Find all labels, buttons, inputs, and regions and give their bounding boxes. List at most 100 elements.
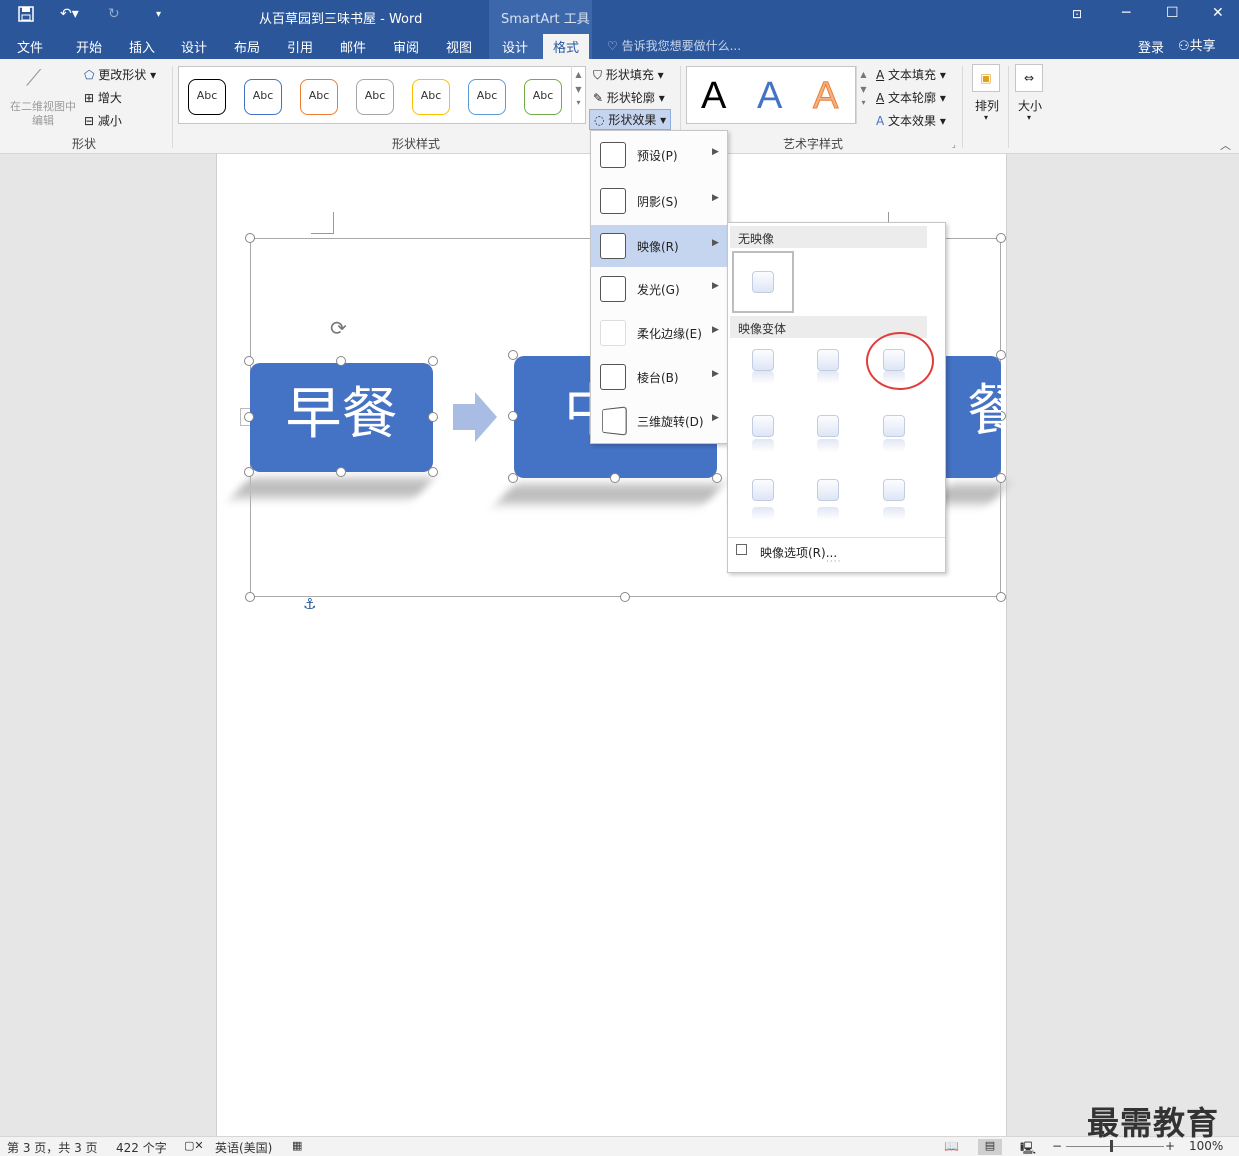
zoom-out-icon[interactable]: − xyxy=(1052,1139,1062,1153)
print-layout-icon[interactable]: ▤ xyxy=(978,1139,1002,1155)
resize-handle[interactable] xyxy=(245,233,255,243)
resize-handle[interactable] xyxy=(244,467,254,477)
rotate-icon[interactable]: ⟳ xyxy=(330,316,347,340)
reflection-variant-4[interactable] xyxy=(752,415,774,437)
resize-handle[interactable] xyxy=(610,473,620,483)
menu-item-shadow[interactable]: 阴影(S) ▶ xyxy=(591,181,727,221)
menu-item-bevel[interactable]: 棱台(B) ▶ xyxy=(591,357,727,397)
soft-edges-icon xyxy=(600,320,626,346)
shape-style-6[interactable]: Abc xyxy=(468,79,506,115)
read-mode-icon[interactable]: 📖 xyxy=(944,1139,959,1153)
word-count[interactable]: 422 个字 xyxy=(116,1139,167,1156)
larger-button[interactable]: ⊞ 增大 xyxy=(84,89,122,106)
shape-style-4[interactable]: Abc xyxy=(356,79,394,115)
tab-references[interactable]: 引用 xyxy=(287,37,313,59)
tab-mailings[interactable]: 邮件 xyxy=(340,37,366,59)
macro-icon[interactable]: ▦ xyxy=(292,1139,302,1152)
resize-grip-icon[interactable]: ···· xyxy=(826,557,841,567)
maximize-icon[interactable]: ☐ xyxy=(1166,5,1179,21)
reflection-variant-7[interactable] xyxy=(752,479,774,501)
tab-insert[interactable]: 插入 xyxy=(129,37,155,59)
dialog-launcher-icon[interactable]: ⌟ xyxy=(952,140,956,149)
tab-smartart-design[interactable]: 设计 xyxy=(502,37,528,59)
gallery-scroll[interactable]: ▲ ▼ ▾ xyxy=(571,66,585,124)
menu-item-preset[interactable]: 预设(P) ▶ xyxy=(591,135,727,175)
shape-style-1[interactable]: Abc xyxy=(188,79,226,115)
menu-item-reflection[interactable]: 映像(R) ▶ xyxy=(591,225,727,267)
reflection-variant-5[interactable] xyxy=(817,415,839,437)
shape-styles-gallery: Abc Abc Abc Abc Abc Abc Abc xyxy=(178,66,586,124)
proofing-icon[interactable]: ▢✕ xyxy=(184,1139,204,1152)
smartart-box-breakfast[interactable]: 早餐 xyxy=(250,363,433,472)
shape-outline-button[interactable]: ✎ 形状轮廓 ▾ xyxy=(593,89,665,106)
edit-2d-button[interactable]: 在二维视图中编辑 xyxy=(6,100,80,128)
tab-file[interactable]: 文件 xyxy=(17,37,43,59)
resize-handle[interactable] xyxy=(996,233,1006,243)
size-dropdown-icon[interactable]: ▾ xyxy=(1027,113,1031,122)
tab-smartart-format[interactable]: 格式 xyxy=(543,34,590,59)
change-shape-button[interactable]: ⬠ 更改形状 ▾ xyxy=(84,66,156,83)
resize-handle[interactable] xyxy=(508,350,518,360)
text-outline-button[interactable]: A 文本轮廓 ▾ xyxy=(876,89,946,106)
undo-icon[interactable]: ↶▾ xyxy=(60,6,79,22)
tab-view[interactable]: 视图 xyxy=(446,37,472,59)
resize-handle[interactable] xyxy=(428,356,438,366)
resize-handle[interactable] xyxy=(712,473,722,483)
resize-handle[interactable] xyxy=(620,592,630,602)
shape-style-7[interactable]: Abc xyxy=(524,79,562,115)
collapse-ribbon-icon[interactable]: ︿ xyxy=(1220,137,1231,153)
web-layout-icon[interactable]: 🖳 xyxy=(1020,1139,1036,1156)
text-effects-button[interactable]: A 文本效果 ▾ xyxy=(876,112,946,129)
language-status[interactable]: 英语(美国) xyxy=(215,1139,272,1156)
shape-style-3[interactable]: Abc xyxy=(300,79,338,115)
login-link[interactable]: 登录 xyxy=(1138,37,1164,56)
resize-handle[interactable] xyxy=(508,473,518,483)
arrange-dropdown-icon[interactable]: ▾ xyxy=(984,113,988,122)
tab-home[interactable]: 开始 xyxy=(76,37,102,59)
reflection-variant-6[interactable] xyxy=(883,415,905,437)
resize-handle[interactable] xyxy=(244,412,254,422)
reflection-variant-2[interactable] xyxy=(817,349,839,371)
wordart-style-2[interactable]: A xyxy=(757,75,782,118)
menu-item-soft-edges[interactable]: 柔化边缘(E) ▶ xyxy=(591,313,727,353)
shape-effects-button[interactable]: ◌ 形状效果 ▾ xyxy=(589,109,672,130)
resize-handle[interactable] xyxy=(508,411,518,421)
ribbon-display-icon[interactable]: ⊡ xyxy=(1072,7,1082,21)
save-icon[interactable] xyxy=(18,6,34,26)
menu-item-glow[interactable]: 发光(G) ▶ xyxy=(591,269,727,309)
wordart-style-1[interactable]: A xyxy=(701,75,726,118)
menu-item-3d-rotation[interactable]: 三维旋转(D) ▶ xyxy=(591,401,727,441)
smaller-button[interactable]: ⊟ 减小 xyxy=(84,112,122,129)
resize-handle[interactable] xyxy=(428,412,438,422)
customize-icon[interactable]: ▾ xyxy=(156,9,161,20)
tab-layout[interactable]: 布局 xyxy=(234,37,260,59)
resize-handle[interactable] xyxy=(244,356,254,366)
resize-handle[interactable] xyxy=(336,356,346,366)
wordart-scroll[interactable]: ▲ ▼ ▾ xyxy=(856,66,870,124)
reflection-variant-8[interactable] xyxy=(817,479,839,501)
resize-handle[interactable] xyxy=(996,592,1006,602)
text-fill-button[interactable]: A 文本填充 ▾ xyxy=(876,66,946,83)
wordart-style-3[interactable]: A xyxy=(812,75,838,118)
resize-handle[interactable] xyxy=(428,467,438,477)
zoom-slider[interactable] xyxy=(1066,1146,1164,1147)
redo-icon[interactable]: ↻ xyxy=(108,6,120,22)
close-icon[interactable]: ✕ xyxy=(1212,5,1224,21)
page-count[interactable]: 第 3 页，共 3 页 xyxy=(7,1139,98,1156)
tab-review[interactable]: 审阅 xyxy=(393,37,419,59)
arrange-button[interactable]: 排列 xyxy=(975,97,999,114)
resize-handle[interactable] xyxy=(245,592,255,602)
tell-me-input[interactable]: ♡ 告诉我您想要做什么... xyxy=(607,37,741,54)
resize-handle[interactable] xyxy=(996,350,1006,360)
tab-design[interactable]: 设计 xyxy=(181,37,207,59)
size-button[interactable]: 大小 xyxy=(1018,97,1042,114)
resize-handle[interactable] xyxy=(336,467,346,477)
shape-style-5[interactable]: Abc xyxy=(412,79,450,115)
reflection-variant-1[interactable] xyxy=(752,349,774,371)
resize-handle[interactable] xyxy=(996,473,1006,483)
minimize-icon[interactable]: ─ xyxy=(1122,5,1130,21)
shape-fill-button[interactable]: ⛉ 形状填充 ▾ xyxy=(593,66,664,83)
share-button[interactable]: ⚇共享 xyxy=(1178,35,1216,54)
shape-style-2[interactable]: Abc xyxy=(244,79,282,115)
reflection-variant-9[interactable] xyxy=(883,479,905,501)
